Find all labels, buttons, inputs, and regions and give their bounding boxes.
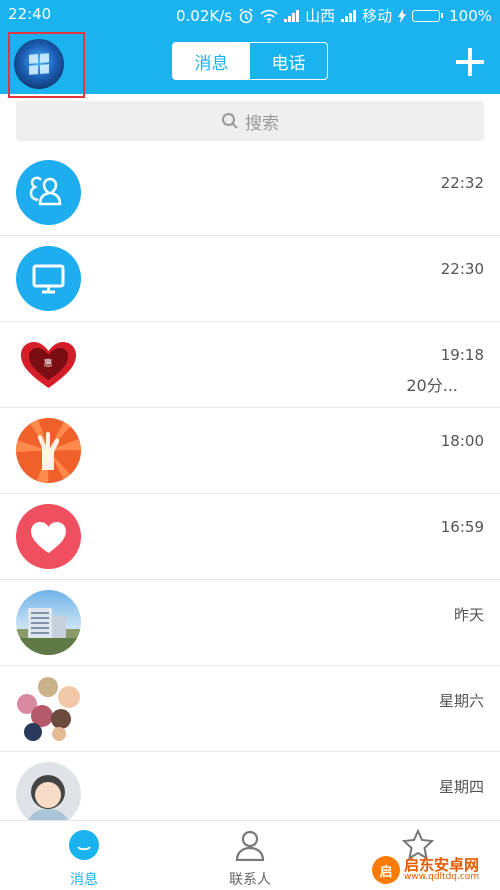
svg-text:惠: 惠 — [43, 357, 52, 369]
person-avatar — [16, 762, 81, 827]
conversation-time: 22:30 — [440, 260, 484, 278]
group-collage — [16, 676, 81, 741]
heart-badge-icon: 惠 — [16, 332, 81, 397]
charging-icon — [398, 8, 407, 23]
battery-level: 100% — [449, 6, 492, 25]
conversation-preview: 20分... — [406, 376, 458, 395]
watermark: 启 启东安卓网 www.qdltdq.com — [372, 854, 498, 886]
conversation-row[interactable]: 星期六 — [0, 666, 500, 752]
tab-calls[interactable]: 电话 — [250, 43, 327, 79]
nav-messages[interactable]: 消息 — [44, 829, 124, 889]
network-speed: 0.02K/s — [175, 6, 233, 25]
conversation-row[interactable]: 22:30 — [0, 236, 500, 322]
carrier-1: 山西 — [305, 7, 336, 25]
status-time: 22:40 — [8, 5, 52, 23]
search-bar[interactable]: 搜索 — [16, 101, 484, 141]
nav-contacts[interactable]: 联系人 — [210, 829, 290, 889]
search-icon — [222, 113, 238, 129]
conversation-row[interactable]: 22:32 — [0, 150, 500, 236]
profile-avatar-highlight[interactable] — [8, 32, 85, 98]
alarm-icon — [239, 7, 253, 23]
conversation-row[interactable]: 16:59 — [0, 494, 500, 580]
conversation-time: 18:00 — [440, 432, 484, 450]
signal-icon — [341, 9, 357, 22]
nav-contacts-label: 联系人 — [229, 872, 271, 888]
conversation-time: 19:18 — [440, 346, 484, 364]
conversation-row[interactable]: 昨天 — [0, 580, 500, 666]
conversation-time: 22:32 — [440, 174, 484, 192]
conversation-row[interactable]: 惠 19:18 20分... — [0, 322, 500, 408]
conversation-time: 星期四 — [438, 778, 484, 796]
watermark-url: www.qdltdq.com — [404, 872, 480, 883]
conversation-time: 星期六 — [438, 692, 484, 710]
contact-icon — [235, 830, 265, 862]
conversation-list: 22:32 22:30 惠 19:18 20分... 18:00 16:59 昨… — [0, 150, 500, 838]
watermark-logo-icon: 启 — [372, 856, 400, 884]
heart-icon — [16, 504, 81, 569]
building-photo — [16, 590, 81, 655]
signal-icon — [284, 9, 300, 22]
profile-avatar[interactable] — [14, 39, 64, 89]
top-bar: 消息 电话 — [0, 30, 500, 98]
wifi-icon — [260, 9, 278, 23]
watermark-title: 启东安卓网 — [404, 855, 480, 874]
group-icon — [16, 160, 81, 225]
conversation-row[interactable]: 18:00 — [0, 408, 500, 494]
search-placeholder: 搜索 — [245, 113, 279, 134]
hand-icon — [16, 418, 81, 483]
conversation-time: 16:59 — [440, 518, 484, 536]
battery-icon — [412, 9, 444, 22]
nav-messages-label: 消息 — [70, 872, 98, 888]
monitor-icon — [16, 246, 81, 311]
carrier-2: 移动 — [362, 7, 393, 25]
windows-logo-icon — [29, 53, 49, 75]
status-bar: 22:40 0.02K/s 山西 移动 100% — [0, 0, 500, 30]
tab-messages[interactable]: 消息 — [173, 43, 250, 79]
plus-icon[interactable] — [456, 48, 484, 76]
message-call-switch: 消息 电话 — [172, 42, 328, 80]
conversation-time: 昨天 — [453, 606, 484, 624]
chat-bubble-icon — [69, 830, 99, 860]
